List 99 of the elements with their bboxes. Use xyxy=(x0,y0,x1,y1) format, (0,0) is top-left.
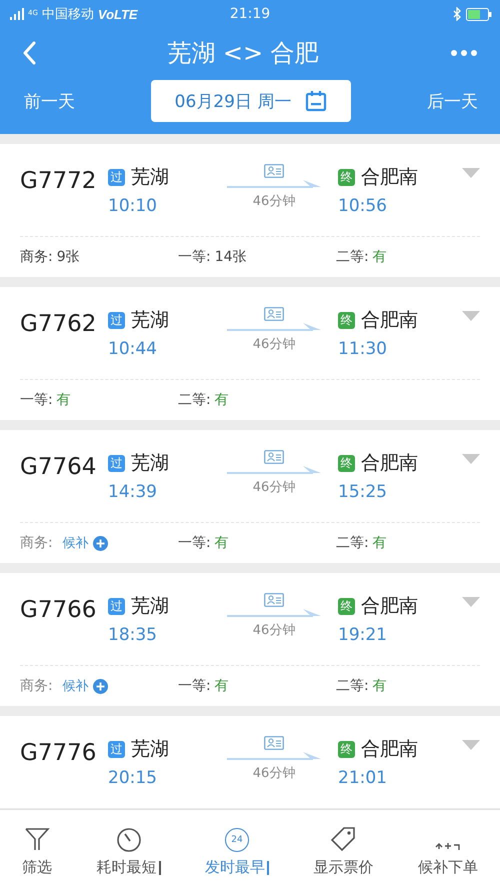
toolbar-button[interactable]: 24 发时最早 xyxy=(200,821,273,877)
train-number: G7762 xyxy=(20,311,98,337)
caret-icon[interactable] xyxy=(462,740,480,750)
seat-availability: 有 xyxy=(56,391,71,409)
carrier-name: 中国移动 xyxy=(42,6,94,23)
id-card-icon xyxy=(264,736,284,750)
plus-icon[interactable] xyxy=(92,678,108,694)
train-number: G7764 xyxy=(20,454,98,480)
id-card-icon xyxy=(264,307,284,321)
clock-icon: 24 xyxy=(224,828,249,852)
page-title: 芜湖 <> 合肥 xyxy=(167,38,319,69)
arrival-station: 合肥南 xyxy=(361,594,418,619)
seat-availability: 有 xyxy=(214,391,229,409)
toolbar-button[interactable]: 显示票价 xyxy=(309,821,378,877)
train-number: G7772 xyxy=(20,168,98,194)
caret-icon[interactable] xyxy=(462,454,480,464)
train-card[interactable]: G7762 过 芜湖 10:44 46分钟 终 合肥南 11:30 一等: 有 二等: 有 xyxy=(0,287,500,420)
travel-duration: 46分钟 xyxy=(252,193,296,210)
station-badge: 过 xyxy=(108,598,125,614)
toolbar-button[interactable]: 耗时最短 xyxy=(92,821,165,877)
seat-class: 二等: xyxy=(336,677,369,695)
calendar-icon xyxy=(305,90,328,112)
travel-duration: 46分钟 xyxy=(252,479,296,496)
date-picker[interactable]: 06月29日 周一 xyxy=(151,80,351,122)
arrival-time: 10:56 xyxy=(338,196,388,216)
departure-time: 20:15 xyxy=(108,768,158,788)
station-badge: 过 xyxy=(108,740,125,758)
departure-time: 18:35 xyxy=(108,625,158,645)
travel-duration: 46分钟 xyxy=(252,622,296,639)
back-icon[interactable] xyxy=(22,41,36,65)
arrival-station: 合肥南 xyxy=(361,308,418,333)
departure-station: 芜湖 xyxy=(131,308,169,333)
id-card-icon xyxy=(264,450,284,464)
seat-class: 一等: xyxy=(20,391,53,409)
arrival-station: 合肥南 xyxy=(361,737,418,762)
seat-class: 商务: xyxy=(20,677,53,695)
seat-class: 一等: xyxy=(178,677,211,695)
train-number: G7776 xyxy=(20,740,98,766)
arrival-time: 19:21 xyxy=(338,625,388,645)
waitlist-link[interactable]: 候补 xyxy=(62,534,89,552)
seat-availability: 有 xyxy=(372,248,387,266)
seat-availability: 有 xyxy=(372,534,387,552)
train-card[interactable]: G7776 过 芜湖 20:15 46分钟 终 合肥南 21:01 xyxy=(0,716,500,808)
signal-icon xyxy=(8,8,24,20)
caret-icon[interactable] xyxy=(462,311,480,321)
arrival-time: 15:25 xyxy=(338,482,388,502)
seat-availability: 有 xyxy=(372,677,387,695)
departure-station: 芜湖 xyxy=(131,165,169,190)
caret-icon[interactable] xyxy=(462,597,480,607)
plus-icon[interactable] xyxy=(92,536,108,550)
timer-icon xyxy=(116,826,142,852)
train-card[interactable]: G7764 过 芜湖 14:39 46分钟 终 合肥南 15:25 商务: 候补 一等: 有 二等: 有 xyxy=(0,430,500,563)
seat-class: 二等: xyxy=(336,248,369,266)
seat-availability: 有 xyxy=(214,677,229,695)
volte-label: VoLTE xyxy=(98,6,138,22)
departure-time: 10:10 xyxy=(108,196,158,216)
station-badge: 过 xyxy=(108,312,125,328)
station-badge: 终 xyxy=(338,312,355,328)
bluetooth-icon xyxy=(453,7,462,21)
travel-duration: 46分钟 xyxy=(252,336,296,353)
seat-count: 14张 xyxy=(214,248,247,266)
seat-class: 商务: xyxy=(20,534,53,552)
caret-icon[interactable] xyxy=(462,168,480,178)
departure-station: 芜湖 xyxy=(131,737,169,762)
train-card[interactable]: G7772 过 芜湖 10:10 46分钟 终 合肥南 10:56 商务: 9张 一等: 14张 二等: 有 xyxy=(0,144,500,277)
waitlist-link[interactable]: 候补 xyxy=(62,677,89,695)
tag-icon xyxy=(330,826,356,852)
arrival-time: 11:30 xyxy=(338,339,388,359)
seat-availability: 有 xyxy=(214,534,229,552)
seat-class: 商务: xyxy=(20,248,53,266)
battery-icon xyxy=(466,8,492,20)
seat-class: 一等: xyxy=(178,534,211,552)
id-card-icon xyxy=(264,593,284,607)
seat-count: 9张 xyxy=(56,248,80,266)
status-time: 21:19 xyxy=(230,6,270,22)
departure-station: 芜湖 xyxy=(131,451,169,476)
toolbar-button[interactable]: 候补下单 xyxy=(414,821,482,877)
arrival-time: 21:01 xyxy=(338,768,388,788)
departure-station: 芜湖 xyxy=(131,594,169,619)
station-badge: 终 xyxy=(338,454,355,472)
more-icon[interactable] xyxy=(450,49,478,57)
arrival-station: 合肥南 xyxy=(361,165,418,190)
station-badge: 终 xyxy=(338,598,355,614)
station-badge: 终 xyxy=(338,168,355,186)
filter-icon xyxy=(24,826,50,852)
train-card[interactable]: G7766 过 芜湖 18:35 46分钟 终 合肥南 19:21 商务: 候补 一等: 有 二等: 有 xyxy=(0,573,500,706)
seat-class: 二等: xyxy=(336,534,369,552)
departure-time: 10:44 xyxy=(108,339,158,359)
toolbar-button[interactable]: 筛选 xyxy=(18,821,56,877)
arrival-station: 合肥南 xyxy=(361,451,418,476)
train-number: G7766 xyxy=(20,597,98,623)
station-badge: 过 xyxy=(108,168,125,186)
id-card-icon xyxy=(264,164,284,178)
departure-time: 14:39 xyxy=(108,482,158,502)
travel-duration: 46分钟 xyxy=(252,765,296,782)
station-badge: 过 xyxy=(108,454,125,472)
station-badge: 终 xyxy=(338,740,355,758)
seat-class: 二等: xyxy=(178,391,211,409)
seat-class: 一等: xyxy=(178,248,211,266)
